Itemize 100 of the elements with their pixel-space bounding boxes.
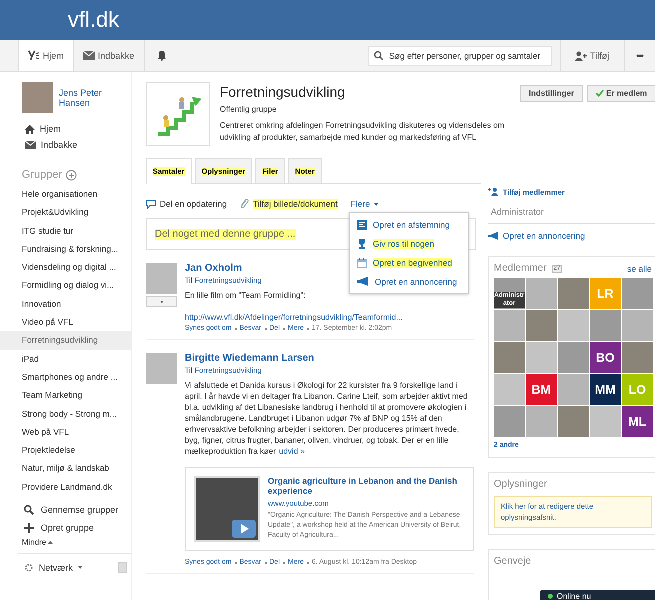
comment-icon xyxy=(146,200,156,208)
member-photo[interactable] xyxy=(494,310,525,341)
menu-item[interactable]: Opret en begivenhed xyxy=(350,253,468,272)
group-title: Forretningsudvikling xyxy=(220,84,346,100)
user-avatar[interactable] xyxy=(22,82,53,113)
admin-heading: Administrator xyxy=(488,198,655,224)
author-photo[interactable] xyxy=(146,263,177,294)
member-photo[interactable] xyxy=(526,406,557,437)
network-menu[interactable]: Netværk xyxy=(24,562,84,573)
caret-down-icon xyxy=(374,202,380,206)
members-title: Medlemmer xyxy=(494,263,547,274)
member-photo[interactable] xyxy=(494,374,525,405)
member-photo[interactable] xyxy=(622,342,653,373)
groups-heading: Grupper xyxy=(22,169,62,181)
less-link[interactable]: Mindre xyxy=(22,538,54,548)
menu-item[interactable]: Giv ros til nogen xyxy=(350,234,468,253)
member-photo[interactable] xyxy=(558,374,589,405)
member-photo[interactable] xyxy=(590,406,621,437)
group-link[interactable]: Strong body - Strong m... xyxy=(0,404,131,423)
megaphone-icon xyxy=(357,277,369,286)
announce-link[interactable]: Opret en annoncering xyxy=(488,230,586,242)
info-title: Oplysninger xyxy=(494,479,548,490)
member-initials[interactable]: BO xyxy=(590,342,621,373)
nav-tab[interactable]: Hjem xyxy=(18,40,74,71)
caret-up-icon xyxy=(48,541,54,544)
check-icon xyxy=(596,90,604,97)
add-person-button[interactable]: Tilføj xyxy=(560,40,625,71)
author-name[interactable]: Jan Oxholm xyxy=(185,263,242,274)
menu-item[interactable]: Opret en annoncering xyxy=(350,272,468,291)
bell-icon[interactable] xyxy=(156,50,167,61)
group-link[interactable]: Projekt&Udvikling xyxy=(0,203,131,222)
member-photo[interactable] xyxy=(494,342,525,373)
group-link[interactable]: Natur, miljø & landskab xyxy=(0,459,131,478)
group-link[interactable]: Smartphones og andre ... xyxy=(0,368,131,386)
member-photo[interactable] xyxy=(526,278,557,309)
user-name[interactable]: Jens Peter Hansen xyxy=(59,88,111,108)
sidebar-action[interactable]: Opret gruppe xyxy=(24,520,94,536)
group-link[interactable]: Hele organisationen xyxy=(0,185,131,204)
group-link[interactable]: ITG studie tur xyxy=(0,222,131,240)
menu-item[interactable]: Opret en afstemning xyxy=(350,215,468,234)
chat-bar[interactable]: Online nu xyxy=(540,590,655,600)
sidebar-link[interactable]: Indbakke xyxy=(25,139,78,151)
member-photo[interactable] xyxy=(558,342,589,373)
group-button[interactable]: Er medlem xyxy=(587,85,655,102)
search-field[interactable]: Søg efter personer, grupper og samtaler xyxy=(368,46,552,66)
see-all-link[interactable]: se alle xyxy=(627,264,652,274)
member-photo[interactable] xyxy=(558,310,589,341)
poll-icon xyxy=(357,220,367,230)
group-link[interactable]: iPad xyxy=(0,350,131,368)
trophy-icon xyxy=(357,238,367,248)
author-photo[interactable] xyxy=(146,353,177,384)
megaphone-icon xyxy=(488,232,499,240)
more-button[interactable]: ••• xyxy=(624,40,655,71)
member-photo[interactable] xyxy=(622,278,653,309)
member-photo[interactable] xyxy=(526,310,557,341)
member-initials[interactable]: BM xyxy=(526,374,557,405)
member-photo[interactable] xyxy=(590,310,621,341)
group-link[interactable]: Forretningsudvikling xyxy=(0,331,131,350)
attachment-title[interactable]: Organic agriculture in Lebanon and the Danish experience xyxy=(268,476,465,496)
group-link[interactable]: Formidling og dialog vi... xyxy=(0,276,131,295)
caret-down-icon xyxy=(78,566,84,570)
member-photo[interactable] xyxy=(494,406,525,437)
video-thumbnail[interactable] xyxy=(194,476,260,542)
envelope-icon xyxy=(25,141,36,149)
network-info-icon[interactable] xyxy=(118,562,127,574)
add-circle-icon[interactable] xyxy=(66,170,78,180)
group-link[interactable]: Providere Landmand.dk xyxy=(0,478,131,496)
composer-action[interactable]: Del en opdatering xyxy=(146,199,228,209)
group-button[interactable]: Indstillinger xyxy=(520,85,584,102)
member-photo[interactable] xyxy=(558,278,589,309)
post-text: En lille film om "Team Formidling": xyxy=(185,290,306,301)
group-link[interactable]: Video på VFL xyxy=(0,313,131,332)
sidebar-link[interactable]: Hjem xyxy=(25,123,62,135)
group-link[interactable]: Team Marketing xyxy=(0,386,131,405)
site-logo[interactable]: vfl.dk xyxy=(68,7,120,33)
post-text: Vi afsluttede et Danida kursus i Økologi for 22 kursister fra 9 forskellige land i april. I år havde vi en deltager fra Libanon. Carine Lteif, som arbejder aktivt med bl.a. udvikling af det Libanesiske landbrug i henhold til at promovere økologien i smålandbrugene. Landbruget i Libanon udgør 7% af BNP og 15% af den erhvervsaktive befolkning arbejder i sektoren. Der produceres primært hvede, byg, figner, citrus frugter, bananer, oliven, vindruer, og tobak. Der er en lille mælkeproduktion fra køer udvid » xyxy=(185,380,469,457)
person-add-icon xyxy=(575,50,588,60)
group-description: Centreret omkring afdelingen Forretningsudvikling diskuteres og vidensdeles om udvikling af produkter, samarbejde med kunder og markedsføring af VFL xyxy=(220,120,506,144)
member-initials[interactable]: MM xyxy=(590,374,621,405)
gear-icon xyxy=(24,562,34,573)
member-initials[interactable]: ML xyxy=(622,406,653,437)
home-icon xyxy=(25,124,35,134)
more-dropdown[interactable]: Flere xyxy=(350,199,380,209)
author-menu-button[interactable] xyxy=(146,296,177,307)
paperclip-icon xyxy=(240,199,250,209)
group-link[interactable]: Fundraising & forskning... xyxy=(0,240,131,258)
sidebar-action[interactable]: Gennemse grupper xyxy=(24,502,119,518)
expand-link[interactable]: udvid » xyxy=(279,447,305,456)
group-link[interactable]: Projektledelse xyxy=(0,441,131,460)
search-icon xyxy=(374,50,384,60)
group-link[interactable]: Innovation xyxy=(0,294,131,314)
member-photo[interactable] xyxy=(526,342,557,373)
member-photo[interactable] xyxy=(558,406,589,437)
envelope-icon xyxy=(83,51,96,60)
group-link[interactable]: Vidensdeling og digital ... xyxy=(0,258,131,276)
nav-tab[interactable]: Indbakke xyxy=(74,40,145,71)
group-link[interactable]: Web på VFL xyxy=(0,422,131,442)
author-name[interactable]: Birgitte Wiedemann Larsen xyxy=(185,353,314,364)
post-link[interactable]: http://www.vfl.dk/Afdelinger/forretningsudvikling/Teamformid... xyxy=(185,313,403,322)
member-photo[interactable] xyxy=(622,310,653,341)
